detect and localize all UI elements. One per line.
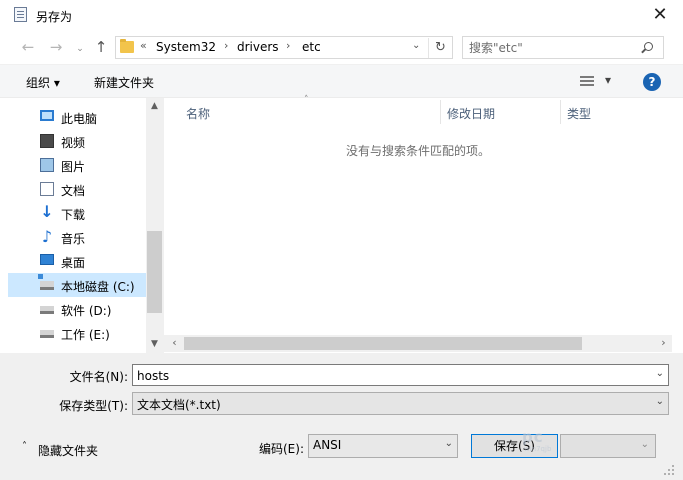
scroll-right-button[interactable]: › [655, 335, 672, 352]
pictures-icon [40, 158, 54, 172]
cancel-button[interactable]: ⌄ [560, 434, 656, 458]
breadcrumb-separator[interactable]: › [224, 39, 228, 52]
video-icon [40, 134, 54, 148]
title-bar: 另存为 ✕ [0, 0, 683, 30]
sidebar-item-music[interactable]: ♪ 音乐 [8, 225, 146, 249]
scrollbar-thumb[interactable] [147, 231, 162, 313]
close-button[interactable]: ✕ [640, 0, 680, 30]
empty-list-message: 没有与搜索条件匹配的项。 [345, 144, 490, 158]
navigation-scrollbar[interactable]: ▲ ▼ [146, 98, 163, 353]
resize-grip[interactable] [662, 463, 676, 477]
filetype-label: 保存类型(T): [59, 399, 128, 413]
new-folder-button[interactable]: 新建文件夹 [94, 74, 154, 91]
sidebar-item-label: 此电脑 [61, 112, 98, 126]
sidebar-item-desktop[interactable]: 桌面 [8, 249, 146, 273]
refresh-button[interactable]: ↻ [428, 38, 452, 58]
watermark-subtext: win7qjb [524, 445, 552, 453]
sidebar-item-label: 软件 (D:) [61, 304, 112, 318]
scrollbar-thumb[interactable] [184, 337, 582, 350]
up-button[interactable]: ↑ [91, 38, 111, 58]
drive-icon [40, 306, 54, 314]
filename-label: 文件名(N): [69, 370, 128, 384]
column-header-label: 类型 [567, 107, 592, 121]
chevron-down-icon: ⌄ [640, 439, 649, 450]
search-icon[interactable] [644, 42, 653, 51]
sidebar-item-drive-e[interactable]: 工作 (E:) [8, 321, 146, 345]
sidebar-item-label: 文档 [61, 184, 86, 198]
hide-folders-label: 隐藏文件夹 [38, 444, 99, 458]
sidebar-item-this-pc[interactable]: 此电脑 [8, 105, 146, 129]
site-watermark: pc win7qjb [518, 428, 558, 458]
column-header-label: 名称 [186, 107, 211, 121]
save-options-panel: 文件名(N): ⌄ 保存类型(T): 文本文档(*.txt) ⌄ ˄ 隐藏文件夹… [0, 353, 683, 480]
documents-icon [40, 182, 54, 196]
desktop-icon [40, 254, 54, 265]
notepad-icon [14, 7, 27, 22]
search-box[interactable] [462, 36, 664, 59]
address-prefix[interactable]: « [140, 39, 147, 52]
sidebar-item-label: 图片 [61, 160, 86, 174]
filename-input[interactable] [137, 368, 642, 383]
horizontal-scrollbar[interactable]: ‹ › [164, 335, 672, 352]
folder-icon [120, 39, 134, 53]
organize-menu[interactable]: 组织 ▾ [26, 74, 60, 91]
filetype-value: 文本文档(*.txt) [137, 398, 221, 412]
pc-icon [40, 110, 54, 121]
sidebar-item-downloads[interactable]: ↓ 下载 [8, 201, 146, 225]
sidebar-item-label: 本地磁盘 (C:) [61, 280, 135, 294]
breadcrumb-etc[interactable]: etc [302, 40, 321, 54]
drive-c-icon [38, 274, 54, 290]
encoding-select[interactable]: ANSI ⌄ [308, 434, 458, 458]
address-dropdown-icon[interactable]: ⌄ [412, 40, 420, 51]
encoding-label: 编码(E): [259, 442, 304, 456]
sidebar-item-label: 工作 (E:) [61, 328, 110, 342]
sidebar-item-documents[interactable]: 文档 [8, 177, 146, 201]
sidebar-item-local-disk-c[interactable]: 本地磁盘 (C:) [8, 273, 146, 297]
address-bar[interactable]: « System32 › drivers › etc ⌄ ↻ [115, 36, 453, 59]
watermark-text: pc [522, 428, 544, 446]
chevron-down-icon[interactable]: ⌄ [656, 368, 664, 379]
help-icon[interactable]: ? [643, 73, 661, 91]
file-list: ˄ 名称 修改日期 类型 没有与搜索条件匹配的项。 ‹ › [163, 95, 672, 353]
chevron-down-icon: ⌄ [655, 396, 664, 407]
navigation-bar: ← → ⌄ ↑ « System32 › drivers › etc ⌄ ↻ [0, 30, 683, 64]
navigation-pane: 此电脑 视频 图片 文档 ↓ 下载 ♪ 音乐 桌面 本地磁盘 (C:) 软件 (… [8, 98, 163, 353]
sidebar-item-label: 下载 [61, 208, 86, 222]
back-button[interactable]: ← [18, 38, 38, 58]
scroll-up-button[interactable]: ▲ [146, 98, 163, 115]
drive-icon [40, 330, 54, 338]
column-header-date[interactable]: 修改日期 [441, 98, 561, 125]
sidebar-item-label: 桌面 [61, 256, 86, 270]
column-header-type[interactable]: 类型 [561, 98, 671, 125]
download-icon: ↓ [40, 202, 54, 221]
search-input[interactable] [469, 40, 634, 55]
recent-locations-button[interactable]: ⌄ [70, 40, 90, 60]
view-dropdown-icon[interactable]: ▾ [605, 73, 611, 87]
column-header-name[interactable]: 名称 [180, 98, 440, 125]
sidebar-item-label: 音乐 [61, 232, 86, 246]
chevron-down-icon: ⌄ [444, 438, 453, 449]
sidebar-item-videos[interactable]: 视频 [8, 129, 146, 153]
chevron-up-icon: ˄ [22, 441, 27, 452]
breadcrumb-drivers[interactable]: drivers [237, 40, 279, 54]
encoding-value: ANSI [313, 438, 342, 452]
column-header-label: 修改日期 [447, 107, 496, 121]
music-icon: ♪ [41, 227, 53, 246]
filetype-select[interactable]: 文本文档(*.txt) ⌄ [132, 392, 669, 415]
scroll-down-button[interactable]: ▼ [146, 336, 163, 353]
sidebar-item-label: 视频 [61, 136, 86, 150]
filename-combobox[interactable]: ⌄ [132, 364, 669, 386]
forward-button[interactable]: → [46, 38, 66, 58]
scroll-left-button[interactable]: ‹ [166, 335, 183, 352]
sidebar-item-pictures[interactable]: 图片 [8, 153, 146, 177]
window-title: 另存为 [36, 10, 73, 24]
sidebar-item-drive-d[interactable]: 软件 (D:) [8, 297, 146, 321]
view-options-icon[interactable] [580, 76, 594, 86]
command-toolbar: 组织 ▾ 新建文件夹 ▾ ? [0, 64, 683, 98]
breadcrumb-separator[interactable]: › [286, 39, 290, 52]
breadcrumb-system32[interactable]: System32 [156, 40, 216, 54]
